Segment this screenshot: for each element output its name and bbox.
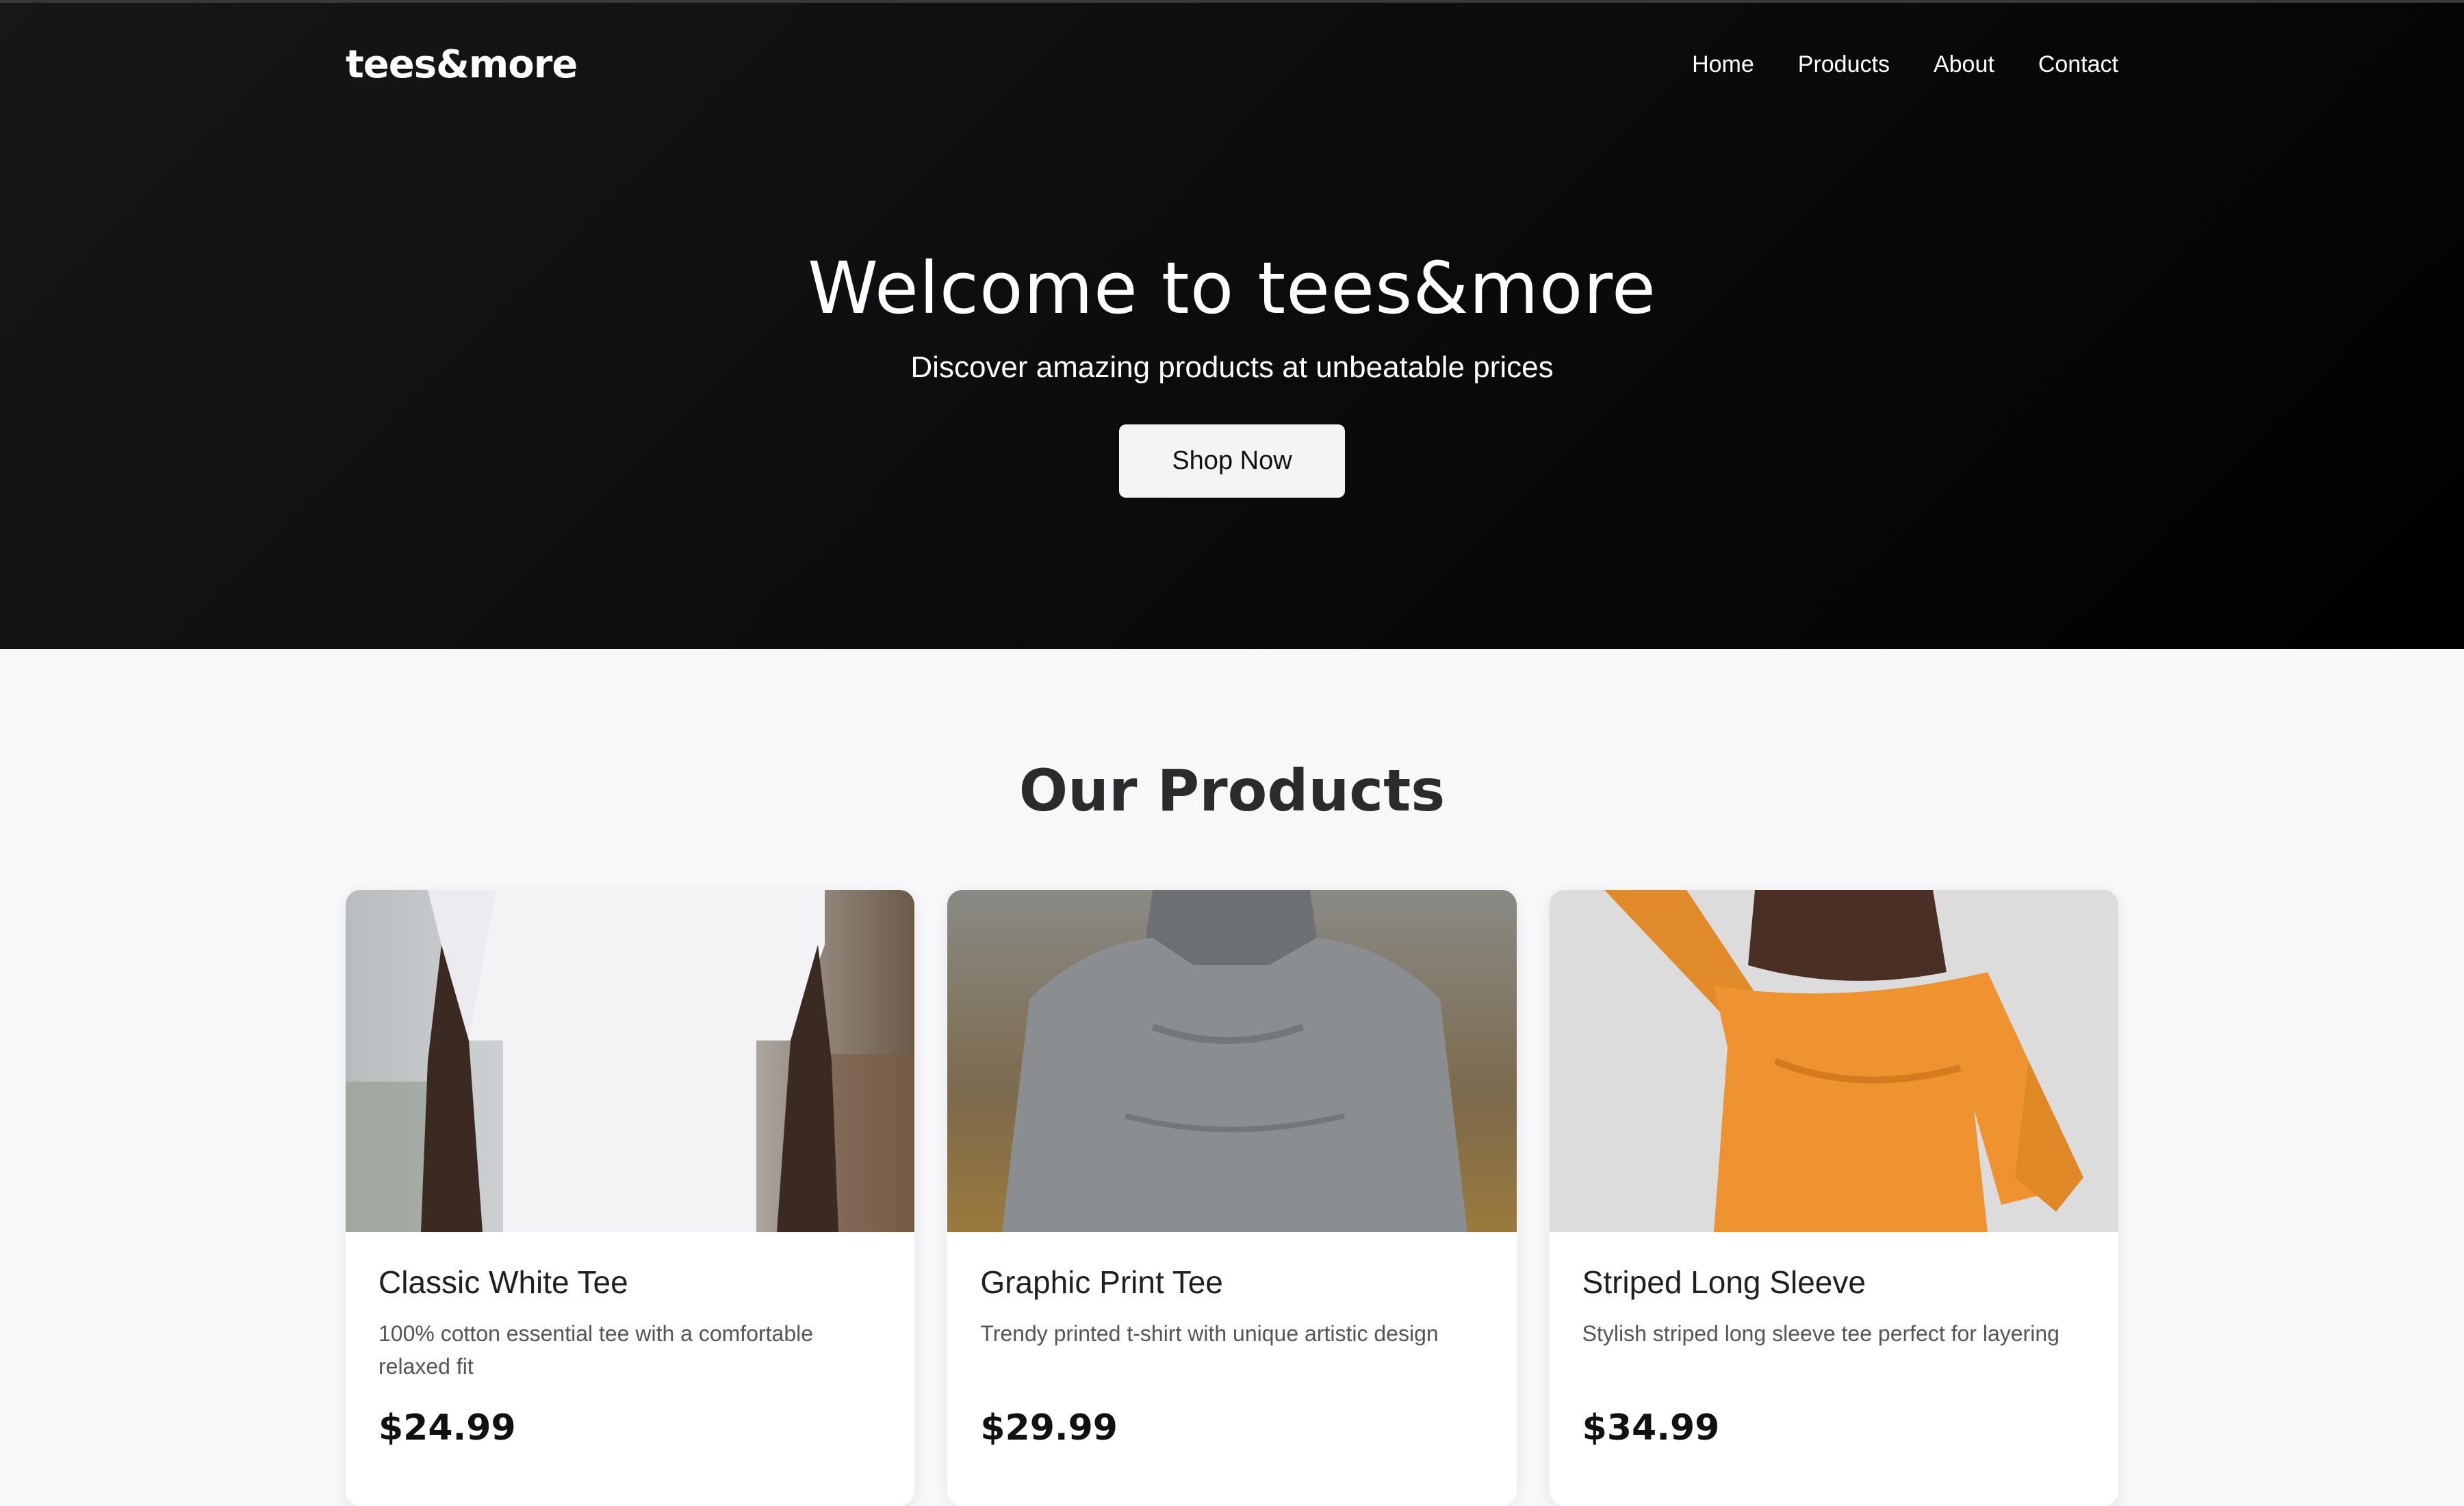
- card-body: Striped Long Sleeve Stylish striped long…: [1550, 1232, 2118, 1448]
- product-description: Trendy printed t-shirt with unique artis…: [980, 1321, 1439, 1346]
- shop-now-button[interactable]: Shop Now: [1119, 424, 1345, 498]
- product-card[interactable]: Classic White Tee 100% cotton essential …: [346, 890, 915, 1506]
- product-price: $24.99: [378, 1407, 516, 1448]
- product-price: $29.99: [980, 1407, 1118, 1448]
- hero-section: tees&more Home Products About Contact We…: [0, 0, 2464, 649]
- brand-logo[interactable]: tees&more: [346, 42, 578, 87]
- product-description: 100% cotton essential tee with a comfort…: [378, 1321, 814, 1379]
- hero-content: Welcome to tees&more Discover amazing pr…: [0, 249, 2464, 498]
- hero-subtitle: Discover amazing products at unbeatable …: [910, 350, 1554, 385]
- nav-links: Home Products About Contact: [1692, 51, 2118, 78]
- nav-link-products[interactable]: Products: [1798, 51, 1890, 78]
- section-title: Our Products: [1018, 757, 1446, 824]
- navbar: tees&more Home Products About Contact: [346, 3, 2118, 126]
- product-grid: Classic White Tee 100% cotton essential …: [346, 890, 2118, 1506]
- product-card[interactable]: Striped Long Sleeve Stylish striped long…: [1549, 890, 2118, 1506]
- product-card[interactable]: Graphic Print Tee Trendy printed t-shirt…: [947, 890, 1517, 1506]
- nav-link-home[interactable]: Home: [1692, 51, 1754, 78]
- product-name: Graphic Print Tee: [980, 1264, 1223, 1300]
- nav-link-contact[interactable]: Contact: [2038, 51, 2118, 78]
- product-description: Stylish striped long sleeve tee perfect …: [1582, 1321, 2059, 1346]
- products-section: Our Products Classic White Tee 100% cott…: [0, 649, 2464, 1506]
- white-tshirt-photo: [346, 890, 915, 1232]
- product-name: Striped Long Sleeve: [1582, 1264, 1866, 1300]
- product-name: Classic White Tee: [378, 1264, 628, 1300]
- product-price: $34.99: [1582, 1407, 1720, 1448]
- nav-link-about[interactable]: About: [1934, 51, 1994, 78]
- hero-title: Welcome to tees&more: [808, 246, 1656, 330]
- card-body: Classic White Tee 100% cotton essential …: [346, 1232, 914, 1448]
- card-body: Graphic Print Tee Trendy printed t-shirt…: [947, 1232, 1516, 1448]
- grey-hoodie-photo: [947, 890, 1517, 1232]
- orange-sweater-photo: [1549, 890, 2118, 1232]
